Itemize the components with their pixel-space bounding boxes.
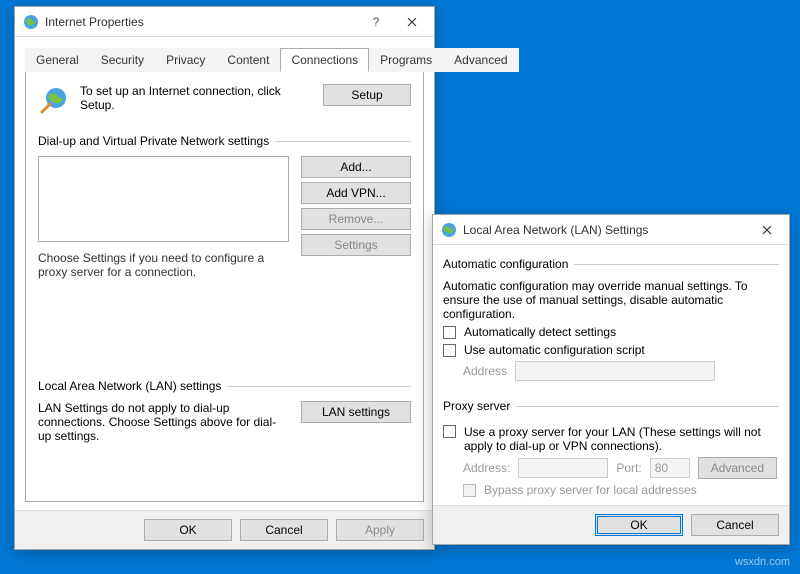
- proxy-address-label: Address:: [463, 461, 510, 475]
- script-address-input[interactable]: [515, 361, 715, 381]
- bypass-local-label: Bypass proxy server for local addresses: [484, 483, 697, 497]
- lan-hint: LAN Settings do not apply to dial-up con…: [38, 401, 289, 443]
- dialup-legend: Dial-up and Virtual Private Network sett…: [38, 134, 269, 148]
- auto-script-checkbox[interactable]: [443, 344, 456, 357]
- close-button[interactable]: [749, 216, 785, 244]
- dialup-hint: Choose Settings if you need to configure…: [38, 251, 289, 279]
- script-address-label: Address: [463, 364, 507, 378]
- tab-programs[interactable]: Programs: [369, 48, 443, 72]
- use-proxy-label: Use a proxy server for your LAN (These s…: [464, 425, 779, 453]
- setup-intro-text: To set up an Internet connection, click …: [80, 84, 313, 112]
- remove-button[interactable]: Remove...: [301, 208, 411, 230]
- tab-security[interactable]: Security: [90, 48, 155, 72]
- help-button[interactable]: ?: [358, 8, 394, 36]
- titlebar: Internet Properties ?: [15, 7, 434, 37]
- add-button[interactable]: Add...: [301, 156, 411, 178]
- tab-content[interactable]: Content: [216, 48, 280, 72]
- tab-advanced[interactable]: Advanced: [443, 48, 518, 72]
- proxy-legend: Proxy server: [443, 399, 510, 413]
- window-title: Local Area Network (LAN) Settings: [463, 223, 749, 237]
- proxy-advanced-button[interactable]: Advanced: [698, 457, 777, 479]
- lan-settings-button[interactable]: LAN settings: [301, 401, 411, 423]
- auto-config-description: Automatic configuration may override man…: [443, 279, 779, 321]
- internet-options-icon: [441, 222, 457, 238]
- add-vpn-button[interactable]: Add VPN...: [301, 182, 411, 204]
- connections-panel: To set up an Internet connection, click …: [25, 72, 424, 502]
- auto-detect-label: Automatically detect settings: [464, 325, 616, 339]
- cancel-button[interactable]: Cancel: [691, 514, 779, 536]
- ok-button[interactable]: OK: [595, 514, 683, 536]
- auto-config-legend: Automatic configuration: [443, 257, 568, 271]
- auto-script-label: Use automatic configuration script: [464, 343, 645, 357]
- window-title: Internet Properties: [45, 15, 358, 29]
- tab-strip: General Security Privacy Content Connect…: [25, 47, 424, 72]
- internet-properties-dialog: Internet Properties ? General Security P…: [14, 6, 435, 550]
- lan-legend: Local Area Network (LAN) settings: [38, 379, 221, 393]
- close-button[interactable]: [394, 8, 430, 36]
- use-proxy-checkbox[interactable]: [443, 425, 456, 438]
- proxy-port-input[interactable]: [650, 458, 690, 478]
- internet-options-icon: [23, 14, 39, 30]
- globe-wand-icon: [38, 84, 70, 116]
- tab-privacy[interactable]: Privacy: [155, 48, 216, 72]
- proxy-port-label: Port:: [616, 461, 641, 475]
- dialup-list[interactable]: [38, 156, 289, 242]
- settings-button[interactable]: Settings: [301, 234, 411, 256]
- proxy-address-input[interactable]: [518, 458, 608, 478]
- setup-button[interactable]: Setup: [323, 84, 411, 106]
- cancel-button[interactable]: Cancel: [240, 519, 328, 541]
- bypass-local-checkbox[interactable]: [463, 484, 476, 497]
- tab-general[interactable]: General: [25, 48, 90, 72]
- ok-button[interactable]: OK: [144, 519, 232, 541]
- apply-button[interactable]: Apply: [336, 519, 424, 541]
- auto-detect-checkbox[interactable]: [443, 326, 456, 339]
- titlebar: Local Area Network (LAN) Settings: [433, 215, 789, 245]
- watermark: wsxdn.com: [735, 556, 790, 568]
- lan-settings-dialog: Local Area Network (LAN) Settings Automa…: [432, 214, 790, 545]
- tab-connections[interactable]: Connections: [280, 48, 369, 72]
